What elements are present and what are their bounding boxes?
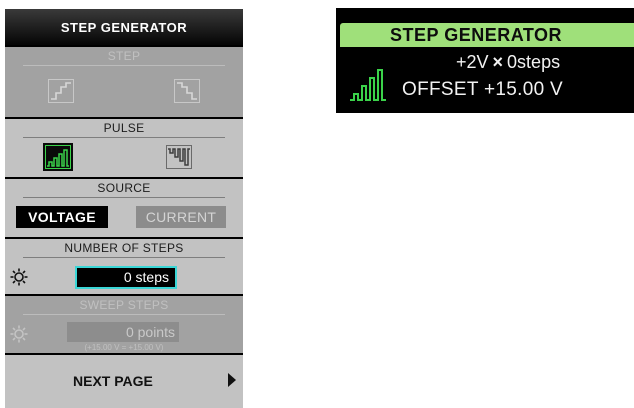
- source-section: SOURCE VOLTAGE CURRENT: [5, 179, 243, 237]
- times-symbol: ×: [492, 52, 504, 72]
- pulse-down-button[interactable]: [165, 144, 193, 170]
- step-generator-readout: STEP GENERATOR +2V × 0steps OFFSET +15.00 …: [336, 8, 634, 113]
- pulse-up-button[interactable]: [43, 143, 73, 171]
- sun-icon[interactable]: [9, 267, 29, 287]
- readout-offset-line: OFFSET +15.00 V: [402, 79, 563, 101]
- staircase-down-button[interactable]: [173, 78, 201, 104]
- step-section: STEP: [5, 47, 243, 117]
- pulse-down-icon: [166, 145, 192, 169]
- staircase-up-icon: [48, 79, 74, 103]
- step-generator-panel: STEP GENERATOR STEP PULSE SOURCE VOLTAGE…: [5, 9, 243, 408]
- sweep-steps-title: SWEEP STEPS: [23, 298, 225, 315]
- pulse-up-icon: [45, 145, 71, 169]
- staircase-up-button[interactable]: [47, 78, 75, 104]
- step-section-title: STEP: [23, 49, 225, 66]
- sweep-steps-field: 0 points: [67, 322, 179, 342]
- number-of-steps-title: NUMBER OF STEPS: [23, 241, 225, 258]
- sweep-steps-section: SWEEP STEPS 0 points (+15.00 V = +15.00 …: [5, 296, 243, 353]
- offset-label: OFFSET: [402, 79, 479, 100]
- next-page-label: NEXT PAGE: [73, 373, 153, 389]
- offset-value: +15.00 V: [484, 79, 563, 100]
- readout-step-line: +2V × 0steps: [456, 52, 560, 73]
- staircase-down-icon: [174, 79, 200, 103]
- steps-count-value: 0steps: [507, 52, 561, 72]
- step-size-value: +2V: [456, 52, 489, 72]
- voltage-button[interactable]: VOLTAGE: [16, 206, 108, 228]
- number-of-steps-field[interactable]: 0 steps: [75, 266, 177, 289]
- next-page-button[interactable]: NEXT PAGE: [5, 355, 243, 408]
- source-section-title: SOURCE: [23, 181, 225, 198]
- readout-title: STEP GENERATOR: [340, 23, 634, 47]
- pulse-section: PULSE: [5, 119, 243, 177]
- sun-icon: [9, 324, 29, 344]
- current-button[interactable]: CURRENT: [136, 206, 226, 228]
- panel-title: STEP GENERATOR: [5, 9, 243, 45]
- pulse-up-icon: [350, 69, 386, 101]
- number-of-steps-section: NUMBER OF STEPS 0 steps: [5, 239, 243, 294]
- play-arrow-icon: [228, 373, 236, 387]
- pulse-section-title: PULSE: [23, 121, 225, 138]
- sweep-range-text: (+15.00 V = +15.00 V): [84, 343, 164, 352]
